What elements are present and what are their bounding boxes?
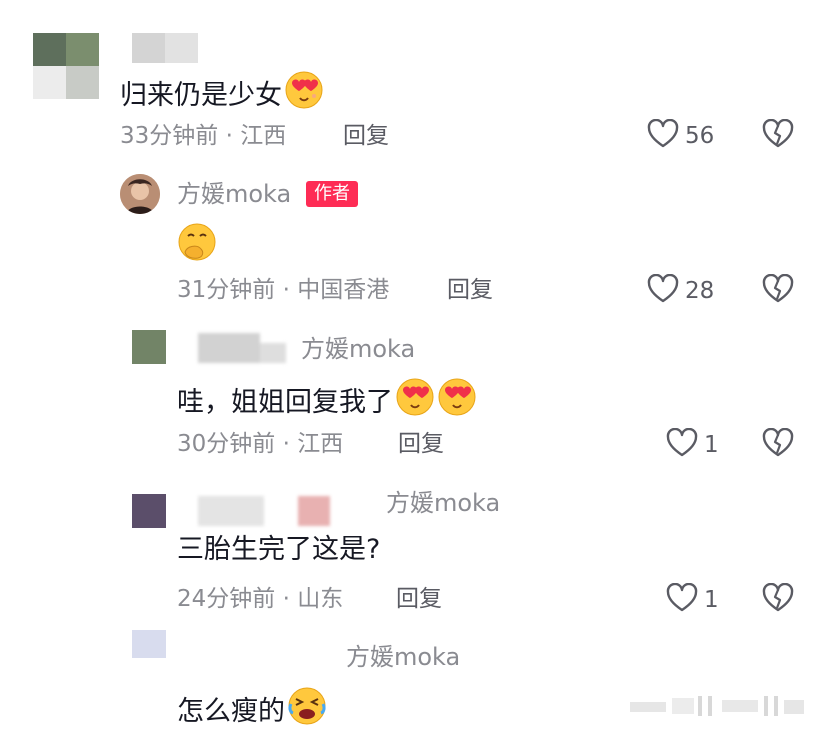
like-button[interactable]: 28 — [647, 273, 715, 308]
comment-meta: 24分钟前 · 山东 — [177, 586, 344, 612]
dislike-button[interactable] — [762, 427, 794, 462]
avatar[interactable] — [33, 33, 99, 99]
broken-heart-icon — [762, 118, 794, 153]
heart-outline-icon — [647, 118, 679, 153]
hand-over-mouth-emoji — [177, 222, 217, 266]
comment-text: 怎么瘦的 — [177, 686, 327, 736]
username-masked[interactable] — [198, 333, 286, 363]
reply-button[interactable]: 回复 — [396, 584, 442, 614]
dislike-button[interactable] — [762, 582, 794, 617]
like-button[interactable]: 1 — [666, 427, 719, 462]
avatar[interactable] — [132, 494, 166, 528]
comment-meta: 30分钟前 · 江西 — [177, 431, 344, 457]
comment-text: 哇，姐姐回复我了 — [177, 377, 477, 427]
reply-to-name[interactable]: 方媛moka — [386, 488, 500, 518]
comment-meta: 31分钟前 · 中国香港 — [177, 277, 390, 303]
like-button[interactable]: 56 — [647, 118, 715, 153]
like-button[interactable]: 1 — [666, 582, 719, 617]
heart-outline-icon — [666, 427, 698, 462]
dislike-button[interactable] — [762, 273, 794, 308]
author-avatar[interactable] — [120, 174, 160, 214]
avatar[interactable] — [132, 630, 166, 658]
comment-meta: 33分钟前 · 江西 — [120, 123, 287, 149]
heart-outline-icon — [647, 273, 679, 308]
dislike-button[interactable] — [762, 118, 794, 153]
broken-heart-icon — [762, 273, 794, 308]
heart-outline-icon — [666, 582, 698, 617]
reply-button[interactable]: 回复 — [398, 429, 444, 459]
watermark — [630, 694, 810, 720]
comment-text: 三胎生完了这是? — [177, 534, 381, 565]
reply-button[interactable]: 回复 — [447, 275, 493, 305]
reply-to-name[interactable]: 方媛moka — [346, 642, 460, 672]
broken-heart-icon — [762, 582, 794, 617]
heart-eyes-emoji — [395, 377, 435, 427]
reply-to-name[interactable]: 方媛moka — [301, 334, 415, 364]
heart-eyes-emoji — [284, 70, 324, 120]
author-name[interactable]: 方媛moka — [177, 179, 291, 209]
reply-button[interactable]: 回复 — [343, 121, 389, 151]
username-masked[interactable] — [198, 496, 330, 526]
like-count: 1 — [704, 587, 719, 613]
avatar[interactable] — [132, 330, 166, 364]
like-count: 1 — [704, 432, 719, 458]
heart-eyes-emoji — [437, 377, 477, 427]
author-badge: 作者 — [306, 181, 358, 207]
like-count: 28 — [685, 278, 715, 304]
grimace-tears-emoji — [287, 686, 327, 736]
like-count: 56 — [685, 123, 715, 149]
username-masked[interactable] — [132, 33, 198, 63]
comment-text: 归来仍是少女 — [120, 70, 324, 120]
broken-heart-icon — [762, 427, 794, 462]
